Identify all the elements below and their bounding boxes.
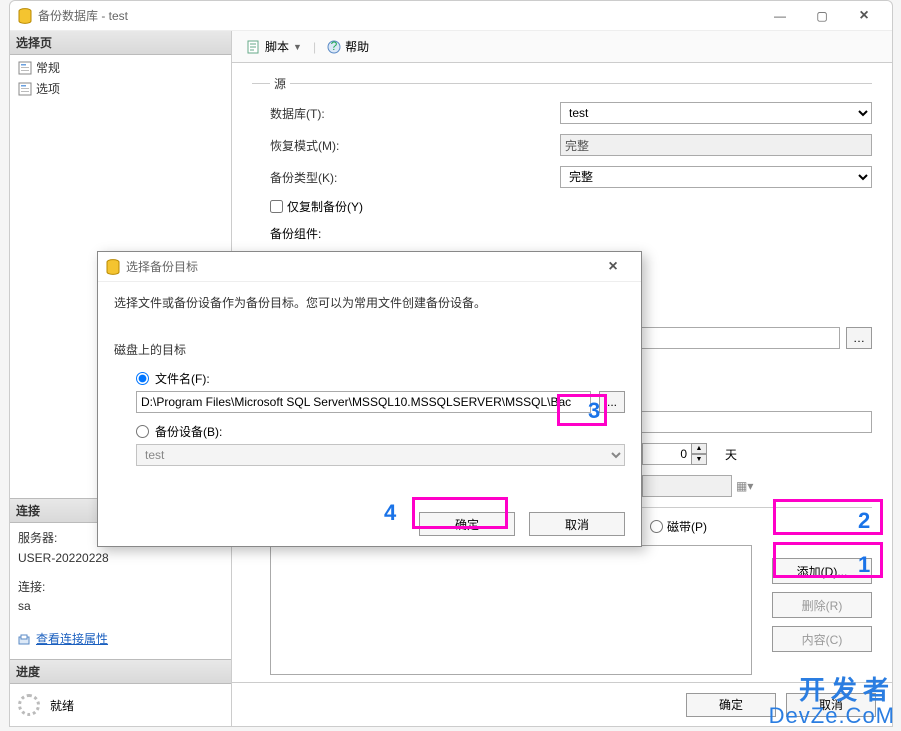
filename-input[interactable] [136,391,591,413]
sidebar-item-general[interactable]: 常规 [14,57,227,78]
toolbar: 脚本 ▼ | ? 帮助 [232,31,892,63]
spin-down[interactable]: ▼ [691,454,707,465]
component-label: 备份组件: [270,225,872,242]
device-label: 备份设备(B): [155,423,222,440]
contents-button[interactable]: 内容(C) [772,626,872,652]
modal-cancel-button[interactable]: 取消 [529,512,625,536]
recovery-field [560,134,872,156]
after-days-input[interactable] [642,443,692,465]
script-label: 脚本 [265,38,289,55]
page-icon [18,61,32,75]
script-icon [247,40,261,54]
script-button[interactable]: 脚本 ▼ [240,34,309,59]
database-icon [106,259,120,275]
sidebar-item-label: 选项 [36,80,60,97]
device-select: test [136,444,625,466]
filename-label: 文件名(F): [155,370,210,387]
conn-label: 连接: [18,578,223,597]
type-select[interactable]: 完整 [560,166,872,188]
sidebar-item-label: 常规 [36,59,60,76]
database-icon [18,8,32,24]
type-label: 备份类型(K): [270,169,560,186]
progress-section: 进度 就绪 [10,659,231,726]
modal-titlebar: 选择备份目标 × [98,252,641,282]
main-footer: 确定 取消 [232,682,892,726]
footer-ok-button[interactable]: 确定 [686,693,776,717]
sidebar-item-options[interactable]: 选项 [14,78,227,99]
remove-button[interactable]: 删除(R) [772,592,872,618]
help-button[interactable]: ? 帮助 [320,34,376,59]
conn-value: sa [18,597,223,616]
select-page-header: 选择页 [10,31,231,55]
view-connection-link[interactable]: 查看连接属性 [18,630,108,649]
on-date-field [642,475,732,497]
browse-button[interactable]: ... [599,391,625,413]
filename-radio[interactable] [136,372,149,385]
view-connection-text: 查看连接属性 [36,630,108,649]
help-icon: ? [327,40,341,54]
calendar-icon: ▦▾ [736,479,753,493]
dest-tape-label: 磁带(P) [667,518,707,535]
window-title: 备份数据库 - test [38,7,760,24]
copy-only-checkbox[interactable] [270,200,283,213]
dest-tape-radio[interactable] [650,520,663,533]
database-select[interactable]: test [560,102,872,124]
progress-status: 就绪 [50,697,74,714]
modal-ok-button[interactable]: 确定 [419,512,515,536]
modal-body: 选择文件或备份设备作为备份目标。您可以为常用文件创建备份设备。 磁盘上的目标 文… [98,282,641,488]
minimize-button[interactable]: — [760,4,800,28]
recovery-label: 恢复模式(M): [270,137,560,154]
main-titlebar: 备份数据库 - test — ▢ × [10,1,892,31]
modal-title: 选择备份目标 [126,258,593,275]
modal-close-button[interactable]: × [593,255,633,279]
device-radio[interactable] [136,425,149,438]
destination-list[interactable] [270,545,752,675]
chevron-down-icon: ▼ [293,42,302,52]
select-backup-destination-dialog: 选择备份目标 × 选择文件或备份设备作为备份目标。您可以为常用文件创建备份设备。… [97,251,642,547]
progress-header: 进度 [10,660,231,684]
add-button[interactable]: 添加(D)... [772,558,872,584]
connection-icon [18,633,32,647]
after-days-spinner[interactable]: ▲▼ [642,443,707,465]
window-controls: — ▢ × [760,4,884,28]
source-legend: 源 [270,75,290,92]
ellipsis-button[interactable]: … [846,327,872,349]
close-button[interactable]: × [844,4,884,28]
server-value: USER-20220228 [18,549,223,568]
page-icon [18,82,32,96]
footer-cancel-button[interactable]: 取消 [786,693,876,717]
page-list: 常规 选项 [10,55,231,101]
source-group: 源 数据库(T): test 恢复模式(M): 备份类型(K): 完整 [252,75,872,279]
dest-buttons: 添加(D)... 删除(R) 内容(C) [772,558,872,652]
modal-description: 选择文件或备份设备作为备份目标。您可以为常用文件创建备份设备。 [114,294,625,311]
after-unit: 天 [725,446,737,463]
modal-footer: 确定 取消 [419,512,625,536]
progress-spinner-icon [18,694,40,716]
copy-only-label: 仅复制备份(Y) [287,198,363,215]
svg-text:?: ? [331,40,338,53]
modal-section-label: 磁盘上的目标 [114,341,625,358]
database-label: 数据库(T): [270,105,560,122]
help-label: 帮助 [345,38,369,55]
maximize-button[interactable]: ▢ [802,4,842,28]
spin-up[interactable]: ▲ [691,443,707,454]
